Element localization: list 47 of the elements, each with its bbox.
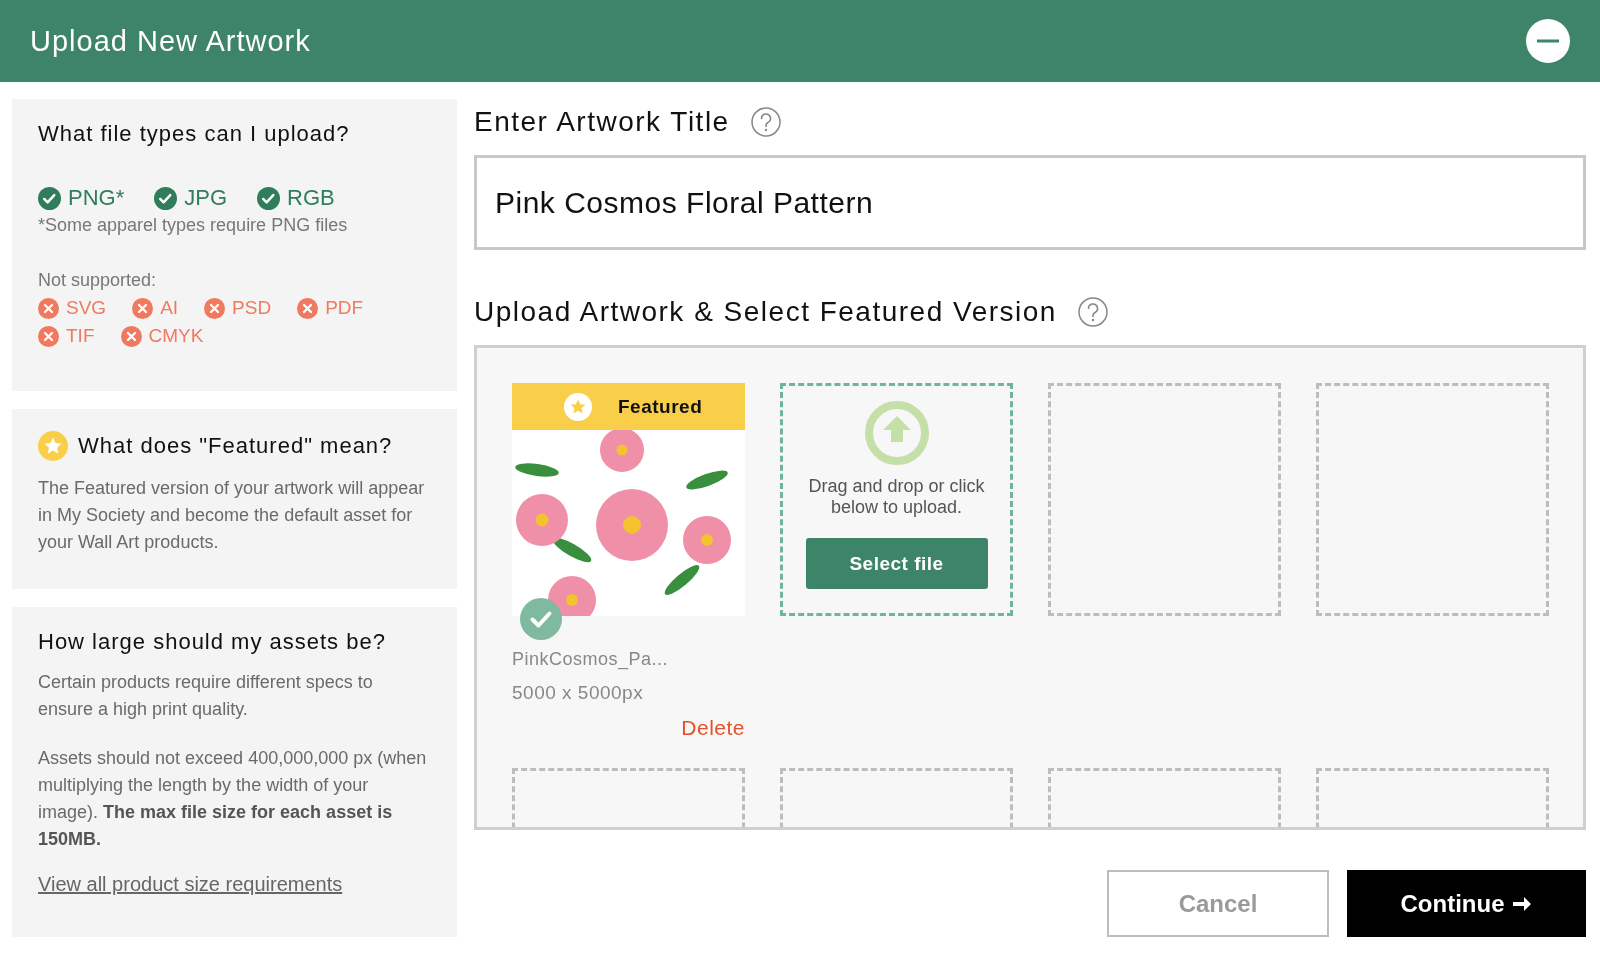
file-name: PinkCosmos_Pa... — [512, 649, 670, 670]
check-circle-icon — [154, 186, 178, 210]
minus-icon — [1537, 39, 1559, 43]
drop-zone[interactable]: Drag and drop or click below to upload. Select file — [780, 383, 1013, 616]
file-type-label: TIF — [66, 325, 95, 347]
help-icon[interactable] — [1076, 296, 1109, 328]
panel-title: What file types can I upload? — [38, 121, 350, 147]
x-circle-icon — [120, 325, 142, 347]
x-circle-icon — [38, 297, 59, 319]
x-circle-icon — [297, 297, 319, 319]
section-title: Upload Artwork & Select Featured Version — [474, 296, 1057, 328]
file-type-label: SVG — [66, 297, 107, 319]
file-type-label: PDF — [325, 297, 364, 319]
requirements-link[interactable]: View all product size requirements — [38, 873, 343, 896]
check-circle-icon — [257, 186, 281, 210]
check-circle-icon — [38, 186, 61, 210]
empty-slot[interactable] — [1316, 383, 1549, 616]
drop-instructions: Drag and drop or click below to upload. — [807, 476, 986, 518]
arrow-right-icon — [1512, 894, 1533, 913]
featured-badge[interactable]: Featured — [512, 383, 745, 430]
check-circle-icon[interactable] — [520, 598, 562, 640]
window-title: Upload New Artwork — [30, 24, 311, 58]
x-circle-icon — [132, 297, 154, 319]
field-label: Enter Artwork Title — [474, 106, 730, 138]
file-type-label: CMYK — [148, 325, 204, 347]
continue-button[interactable]: Continue — [1347, 870, 1586, 937]
file-type-label: AI — [160, 297, 179, 319]
file-type-label: PNG* — [68, 185, 125, 211]
panel-text: The Featured version of your artwork will appear in My Society and become the default asset for your Wall Art products. — [38, 477, 426, 554]
file-type-label: RGB — [287, 185, 335, 211]
minimize-button[interactable] — [1526, 19, 1570, 63]
section-label: Not supported: — [38, 270, 158, 291]
file-type-label: PSD — [232, 297, 272, 319]
empty-slot[interactable] — [1048, 383, 1281, 616]
select-file-button[interactable]: Select file — [805, 538, 988, 589]
help-icon[interactable] — [749, 106, 782, 138]
file-type-label: JPG — [184, 185, 228, 211]
image-dimensions: 5000 x 5000px — [512, 682, 645, 704]
panel-title: How large should my assets be? — [38, 629, 386, 655]
panel-text: Certain products require different specs to ensure a high print quality. — [38, 671, 374, 721]
title-input[interactable]: Pink Cosmos Floral Pattern — [474, 155, 1586, 250]
panel-text: Assets should not exceed 400,000,000 px (when multiplying the length by the width of your image). The max file size for each asset is 150MB. — [38, 747, 428, 851]
footnote: *Some apparel types require PNG files — [38, 215, 349, 236]
x-circle-icon — [38, 325, 59, 347]
delete-link[interactable]: Delete — [681, 716, 745, 740]
x-circle-icon — [204, 297, 226, 319]
panel-title: What does "Featured" mean? — [78, 433, 393, 459]
